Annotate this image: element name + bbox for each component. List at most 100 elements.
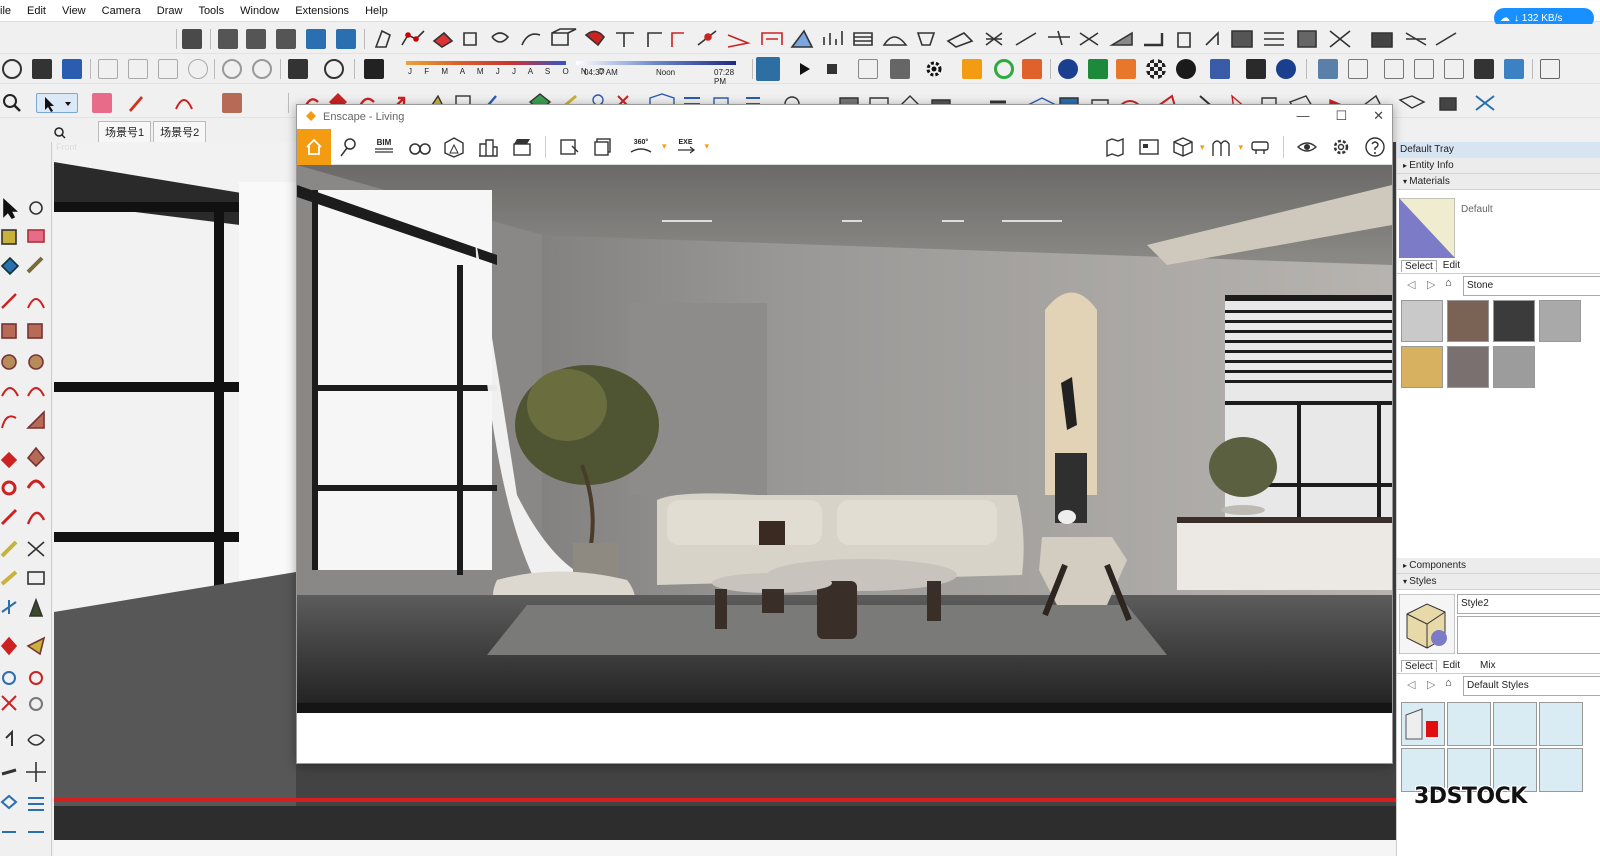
style-thumbnail[interactable] [1401, 702, 1445, 746]
menu-camera[interactable]: Camera [94, 5, 149, 17]
style-thumbnail[interactable] [1539, 748, 1583, 792]
zoom-icon[interactable] [2, 93, 22, 113]
home-icon[interactable]: ⌂ [1445, 277, 1452, 289]
enscape-logo-icon[interactable] [756, 57, 780, 81]
view-top-icon[interactable] [246, 29, 266, 49]
menu-draw[interactable]: Draw [149, 5, 191, 17]
style-description-field[interactable] [1457, 616, 1600, 654]
material-swatch[interactable] [1493, 346, 1535, 388]
print-icon[interactable] [288, 59, 308, 79]
enscape-title-bar[interactable]: Enscape - Living — ☐ ✕ [297, 105, 1392, 129]
refresh-icon[interactable] [994, 59, 1014, 79]
stop-icon[interactable] [822, 59, 842, 79]
scene-tab-2[interactable]: 场景号2 [153, 121, 207, 142]
blue-box-icon[interactable] [1504, 59, 1524, 79]
styles-mix-tab[interactable]: Mix [1480, 660, 1496, 671]
material-swatch[interactable] [1401, 300, 1443, 342]
styles-panel-header[interactable]: Styles [1397, 574, 1600, 590]
materials-panel-header[interactable]: Materials [1397, 174, 1600, 190]
scene-tab-1[interactable]: 场景号1 [98, 121, 152, 142]
menu-help[interactable]: Help [357, 5, 396, 17]
frame-icon[interactable] [1540, 59, 1560, 79]
location-pin-button[interactable] [335, 136, 361, 158]
play-icon[interactable] [794, 59, 814, 79]
minimize-button[interactable]: — [1296, 108, 1309, 124]
box-edge-icon[interactable] [1414, 59, 1434, 79]
open-icon[interactable] [32, 59, 52, 79]
export-icon[interactable] [1022, 59, 1042, 79]
exe-export-button[interactable]: EXE [671, 136, 701, 158]
materials-select-tab[interactable]: Select [1401, 259, 1437, 272]
cube-icon[interactable] [1318, 59, 1338, 79]
copy-icon[interactable] [128, 59, 148, 79]
cube-view-button[interactable] [1170, 136, 1196, 158]
shadow-time-slider[interactable]: J F M A M J J A S O N D 04:37 AM Noon 07… [392, 60, 744, 86]
view-right-icon[interactable] [306, 29, 326, 49]
entity-info-panel-header[interactable]: Entity Info [1397, 158, 1600, 174]
eraser-icon[interactable] [92, 93, 112, 113]
chevron-down-icon[interactable]: ▾ [1200, 142, 1205, 153]
box-open-icon[interactable] [1444, 59, 1464, 79]
shadows-toggle-icon[interactable] [364, 59, 384, 79]
menu-file[interactable]: ile [0, 5, 19, 17]
materials-library-select[interactable]: Stone [1463, 276, 1600, 296]
panorama-button[interactable]: 360° [624, 136, 658, 158]
date-slider-bar[interactable] [406, 61, 566, 65]
forward-arrow-icon[interactable]: ▷ [1427, 678, 1435, 691]
tree-icon[interactable] [1088, 59, 1108, 79]
menu-tools[interactable]: Tools [190, 5, 232, 17]
checker-sphere-icon[interactable] [1146, 59, 1166, 79]
back-arrow-icon[interactable]: ◁ [1407, 278, 1415, 291]
visual-settings-button[interactable] [1294, 136, 1320, 158]
material-swatch[interactable] [1401, 346, 1443, 388]
cube-outline-icon[interactable] [1348, 59, 1368, 79]
chevron-down-icon[interactable]: ▾ [1238, 142, 1243, 153]
styles-select-tab[interactable]: Select [1401, 659, 1437, 672]
forward-arrow-icon[interactable]: ▷ [1427, 278, 1435, 291]
select-tool-icon[interactable] [36, 93, 78, 113]
maximize-button[interactable]: ☐ [1335, 108, 1347, 124]
home-icon[interactable]: ⌂ [1445, 677, 1452, 689]
components-panel-header[interactable]: Components [1397, 558, 1600, 574]
close-button[interactable]: ✕ [1373, 108, 1384, 124]
home-button[interactable] [297, 128, 331, 165]
views-button[interactable] [1136, 136, 1162, 158]
material-swatch[interactable] [1447, 346, 1489, 388]
style-thumbnail[interactable] [1493, 702, 1537, 746]
arc-icon[interactable] [174, 93, 194, 113]
time-slider-bar[interactable] [576, 61, 736, 65]
stack-icon[interactable] [1474, 59, 1494, 79]
view-front-icon[interactable] [276, 29, 296, 49]
material-swatch[interactable] [1493, 300, 1535, 342]
general-settings-button[interactable] [1328, 136, 1354, 158]
help-button[interactable] [1362, 136, 1388, 158]
binoculars-button[interactable] [407, 136, 433, 158]
view-iso-icon[interactable] [218, 29, 238, 49]
style-name-field[interactable]: Style2 [1457, 594, 1600, 614]
styles-library-select[interactable]: Default Styles [1463, 676, 1600, 696]
video-editor-button[interactable] [509, 136, 535, 158]
menu-view[interactable]: View [54, 5, 94, 17]
sun-icon[interactable] [1116, 59, 1136, 79]
menu-edit[interactable]: Edit [19, 5, 54, 17]
paste-icon[interactable] [158, 59, 178, 79]
pencil-icon[interactable] [126, 93, 146, 113]
asset-library-button[interactable] [441, 136, 467, 158]
back-arrow-icon[interactable]: ◁ [1407, 678, 1415, 691]
material-swatch[interactable] [1539, 300, 1581, 342]
bim-button[interactable]: BIM [369, 136, 399, 158]
rectangle-icon[interactable] [222, 93, 242, 113]
cut-icon[interactable] [98, 59, 118, 79]
box-face-icon[interactable] [1384, 59, 1404, 79]
search-icon[interactable] [54, 127, 66, 142]
redo-icon[interactable] [252, 59, 272, 79]
undo-icon[interactable] [222, 59, 242, 79]
chevron-down-icon[interactable]: ▾ [662, 141, 667, 152]
menu-extensions[interactable]: Extensions [287, 5, 357, 17]
vr-headset-button[interactable] [1247, 136, 1273, 158]
capture-icon[interactable] [890, 59, 910, 79]
map-button[interactable] [1102, 136, 1128, 158]
material-editor-button[interactable] [1208, 136, 1234, 158]
cloud-upload-icon[interactable] [1176, 59, 1196, 79]
screenshot-button[interactable] [556, 136, 582, 158]
